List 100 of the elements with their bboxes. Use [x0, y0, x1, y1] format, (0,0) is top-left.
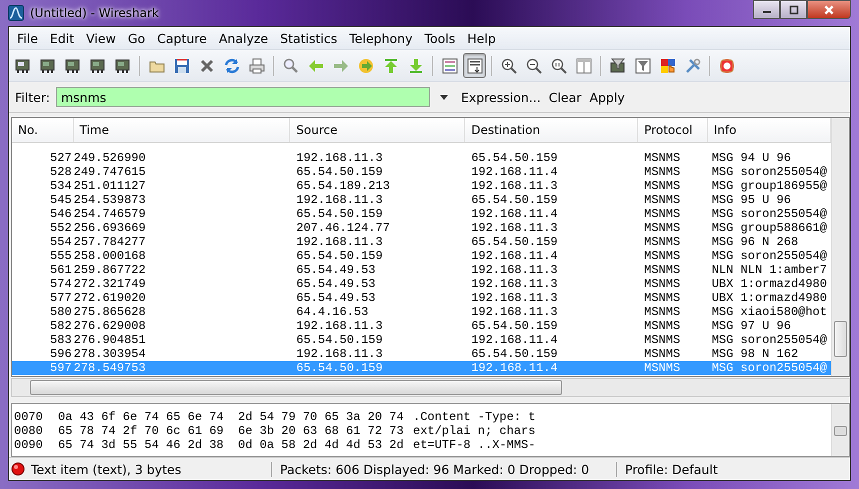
- menu-item[interactable]: View: [80, 30, 122, 46]
- profile-label[interactable]: Profile: Default: [617, 462, 718, 476]
- table-cell-text: MSG 96 N 268: [710, 235, 800, 249]
- table-cell-text: 251.011127: [74, 179, 147, 193]
- table-cell-text: MSG soron255054@: [710, 361, 828, 375]
- column-header[interactable]: Protocol: [638, 118, 708, 142]
- column-header[interactable]: Destination: [465, 118, 638, 142]
- filter-field[interactable]: msnms: [56, 87, 430, 107]
- app-icon: [8, 5, 24, 21]
- packet-row[interactable]: 527 249.526990 192.168.11.3 65.54.50.159 MSNMS MSG 94 U 96: [12, 151, 831, 165]
- table-cell-text: 278.303954: [74, 347, 147, 361]
- table-cell-text: 192.168.11.4: [470, 249, 559, 263]
- table-cell-text: 545: [49, 193, 73, 207]
- packet-row[interactable]: 552 256.693669 207.46.124.77 192.168.11.3 MSNMS MSG group588661@: [12, 221, 831, 235]
- hex-bytes: 65 78 74 2f 70 6c 61 69 6e 3b 20 63 68 61 72 73: [58, 424, 405, 438]
- packet-row[interactable]: 545 254.539873 192.168.11.3 65.54.50.159 MSNMS MSG 95 U 96: [12, 193, 831, 207]
- table-cell-text: MSNMS: [643, 333, 682, 347]
- filter-action-button[interactable]: Clear: [548, 90, 582, 104]
- network-card-icon: [38, 56, 56, 74]
- table-cell-text: 278.549753: [74, 361, 147, 375]
- table-cell-text: 249.526990: [74, 151, 147, 165]
- menu-item[interactable]: Statistics: [274, 30, 344, 46]
- table-cell-text: 577: [49, 291, 73, 305]
- table-cell-text: 192.168.11.3: [470, 305, 559, 319]
- table-cell-text: 192.168.11.3: [470, 291, 559, 305]
- maximize-button[interactable]: [780, 0, 807, 19]
- close-button[interactable]: [807, 0, 851, 19]
- save-icon: [172, 56, 190, 74]
- packet-row[interactable]: 534 251.011127 65.54.189.213 192.168.11.3 MSNMS MSG group186955@: [12, 179, 831, 193]
- packet-row[interactable]: 555 258.000168 65.54.50.159 192.168.11.4 MSNMS MSG soron255054@: [12, 249, 831, 263]
- menu-item[interactable]: Edit: [44, 30, 80, 46]
- column-header[interactable]: No.: [12, 118, 74, 142]
- menu-item[interactable]: Analyze: [212, 30, 274, 46]
- table-cell-text: MSNMS: [643, 291, 682, 305]
- table-cell-text: 259.867722: [74, 263, 147, 277]
- column-header[interactable]: Time: [74, 118, 290, 142]
- packet-row[interactable]: 583 276.904851 65.54.50.159 192.168.11.4 MSNMS MSG soron255054@: [12, 333, 831, 347]
- menu-item[interactable]: Go: [122, 30, 152, 46]
- table-cell-text: MSG 95 U 96: [710, 193, 792, 207]
- table-cell-text: 192.168.11.3: [295, 347, 384, 361]
- column-header[interactable]: Source: [290, 118, 466, 142]
- network-card-icon: [64, 56, 82, 74]
- table-cell-text: 64.4.16.53: [295, 305, 370, 319]
- table-cell-text: 65.54.50.159: [470, 151, 559, 165]
- vertical-scrollbar[interactable]: [831, 404, 849, 456]
- table-cell-text: 249.747615: [74, 165, 147, 179]
- packet-row[interactable]: 596 278.303954 192.168.11.3 65.54.50.159 MSNMS MSG 98 N 162: [12, 347, 831, 361]
- hex-offset: 0070: [13, 410, 44, 424]
- table-cell-text: 276.629008: [74, 319, 147, 333]
- table-cell-text: 65.54.50.159: [295, 361, 384, 375]
- printer-icon: [248, 56, 266, 74]
- table-cell-text: MSNMS: [643, 235, 682, 249]
- table-cell-text: 555: [49, 249, 73, 263]
- table-cell-text: MSG soron255054@: [710, 333, 828, 347]
- minimize-button[interactable]: [753, 0, 780, 19]
- packet-row[interactable]: 574 272.321749 65.54.49.53 192.168.11.3 MSNMS UBX 1:ormazd4980: [12, 277, 831, 291]
- list-icon: [440, 56, 458, 74]
- table-cell-text: 534: [49, 179, 73, 193]
- menu-item[interactable]: File: [11, 30, 44, 46]
- packet-row[interactable]: 546 254.746579 65.54.50.159 192.168.11.4 MSNMS MSG soron255054@: [12, 207, 831, 221]
- table-cell-text: 192.168.11.3: [470, 277, 559, 291]
- table-cell-text: MSNMS: [643, 361, 682, 375]
- table-cell-text: 583: [49, 333, 73, 347]
- table-cell-text: 254.746579: [74, 207, 147, 221]
- table-cell-text: UBX 1:ormazd4980: [710, 277, 828, 291]
- hex-ascii: ext/plai n; chars: [413, 424, 536, 438]
- toolbar-button[interactable]: [463, 53, 486, 78]
- table-cell-text: 65.54.49.53: [295, 277, 376, 291]
- table-cell-text: 192.168.11.3: [470, 263, 559, 277]
- table-cell-text: MSG group588661@: [710, 221, 828, 235]
- packet-row[interactable]: 580 275.865628 64.4.16.53 192.168.11.3 MSNMS MSG xiaoi580@hot: [12, 305, 831, 319]
- menu-item[interactable]: Telephony: [343, 30, 418, 46]
- dropdown-arrow-icon[interactable]: [440, 94, 448, 100]
- table-cell-text: 192.168.11.3: [295, 193, 384, 207]
- table-cell-text: 65.54.50.159: [295, 249, 384, 263]
- reload-icon: [222, 56, 240, 74]
- zoom-out-icon: [524, 56, 542, 74]
- menu-item[interactable]: Tools: [418, 30, 462, 46]
- table-cell-text: 192.168.11.3: [470, 221, 559, 235]
- packet-row[interactable]: 554 257.784277 192.168.11.3 65.54.50.159 MSNMS MSG 96 N 268: [12, 235, 831, 249]
- table-cell-text: 276.904851: [74, 333, 147, 347]
- packet-row[interactable]: 577 272.619020 65.54.49.53 192.168.11.3 MSNMS UBX 1:ormazd4980: [12, 291, 831, 305]
- packet-row[interactable]: 528 249.747615 65.54.50.159 192.168.11.4 MSNMS MSG soron255054@: [12, 165, 831, 179]
- filter-action-button[interactable]: Apply: [588, 90, 626, 104]
- packet-row[interactable]: 582 276.629008 192.168.11.3 65.54.50.159 MSNMS MSG 97 U 96: [12, 319, 831, 333]
- table-cell-text: 256.693669: [74, 221, 147, 235]
- search-icon: [282, 56, 300, 74]
- menu-item[interactable]: Help: [461, 30, 502, 46]
- filter-action-button[interactable]: Expression...: [460, 90, 542, 104]
- packet-row[interactable]: 561 259.867722 65.54.49.53 192.168.11.3 MSNMS NLN NLN 1:amber7: [12, 263, 831, 277]
- table-cell-text: MSNMS: [643, 151, 682, 165]
- table-cell-text: MSG soron255054@: [710, 207, 828, 221]
- table-cell-text: 596: [49, 347, 73, 361]
- table-cell-text: 580: [49, 305, 73, 319]
- menu-item[interactable]: Capture: [151, 30, 213, 46]
- table-cell-text: MSNMS: [643, 193, 682, 207]
- table-cell-text: NLN NLN 1:amber7: [710, 263, 828, 277]
- horizontal-scrollbar[interactable]: [11, 378, 850, 397]
- vertical-scrollbar[interactable]: [831, 118, 849, 376]
- table-cell-text: 192.168.11.3: [295, 319, 384, 333]
